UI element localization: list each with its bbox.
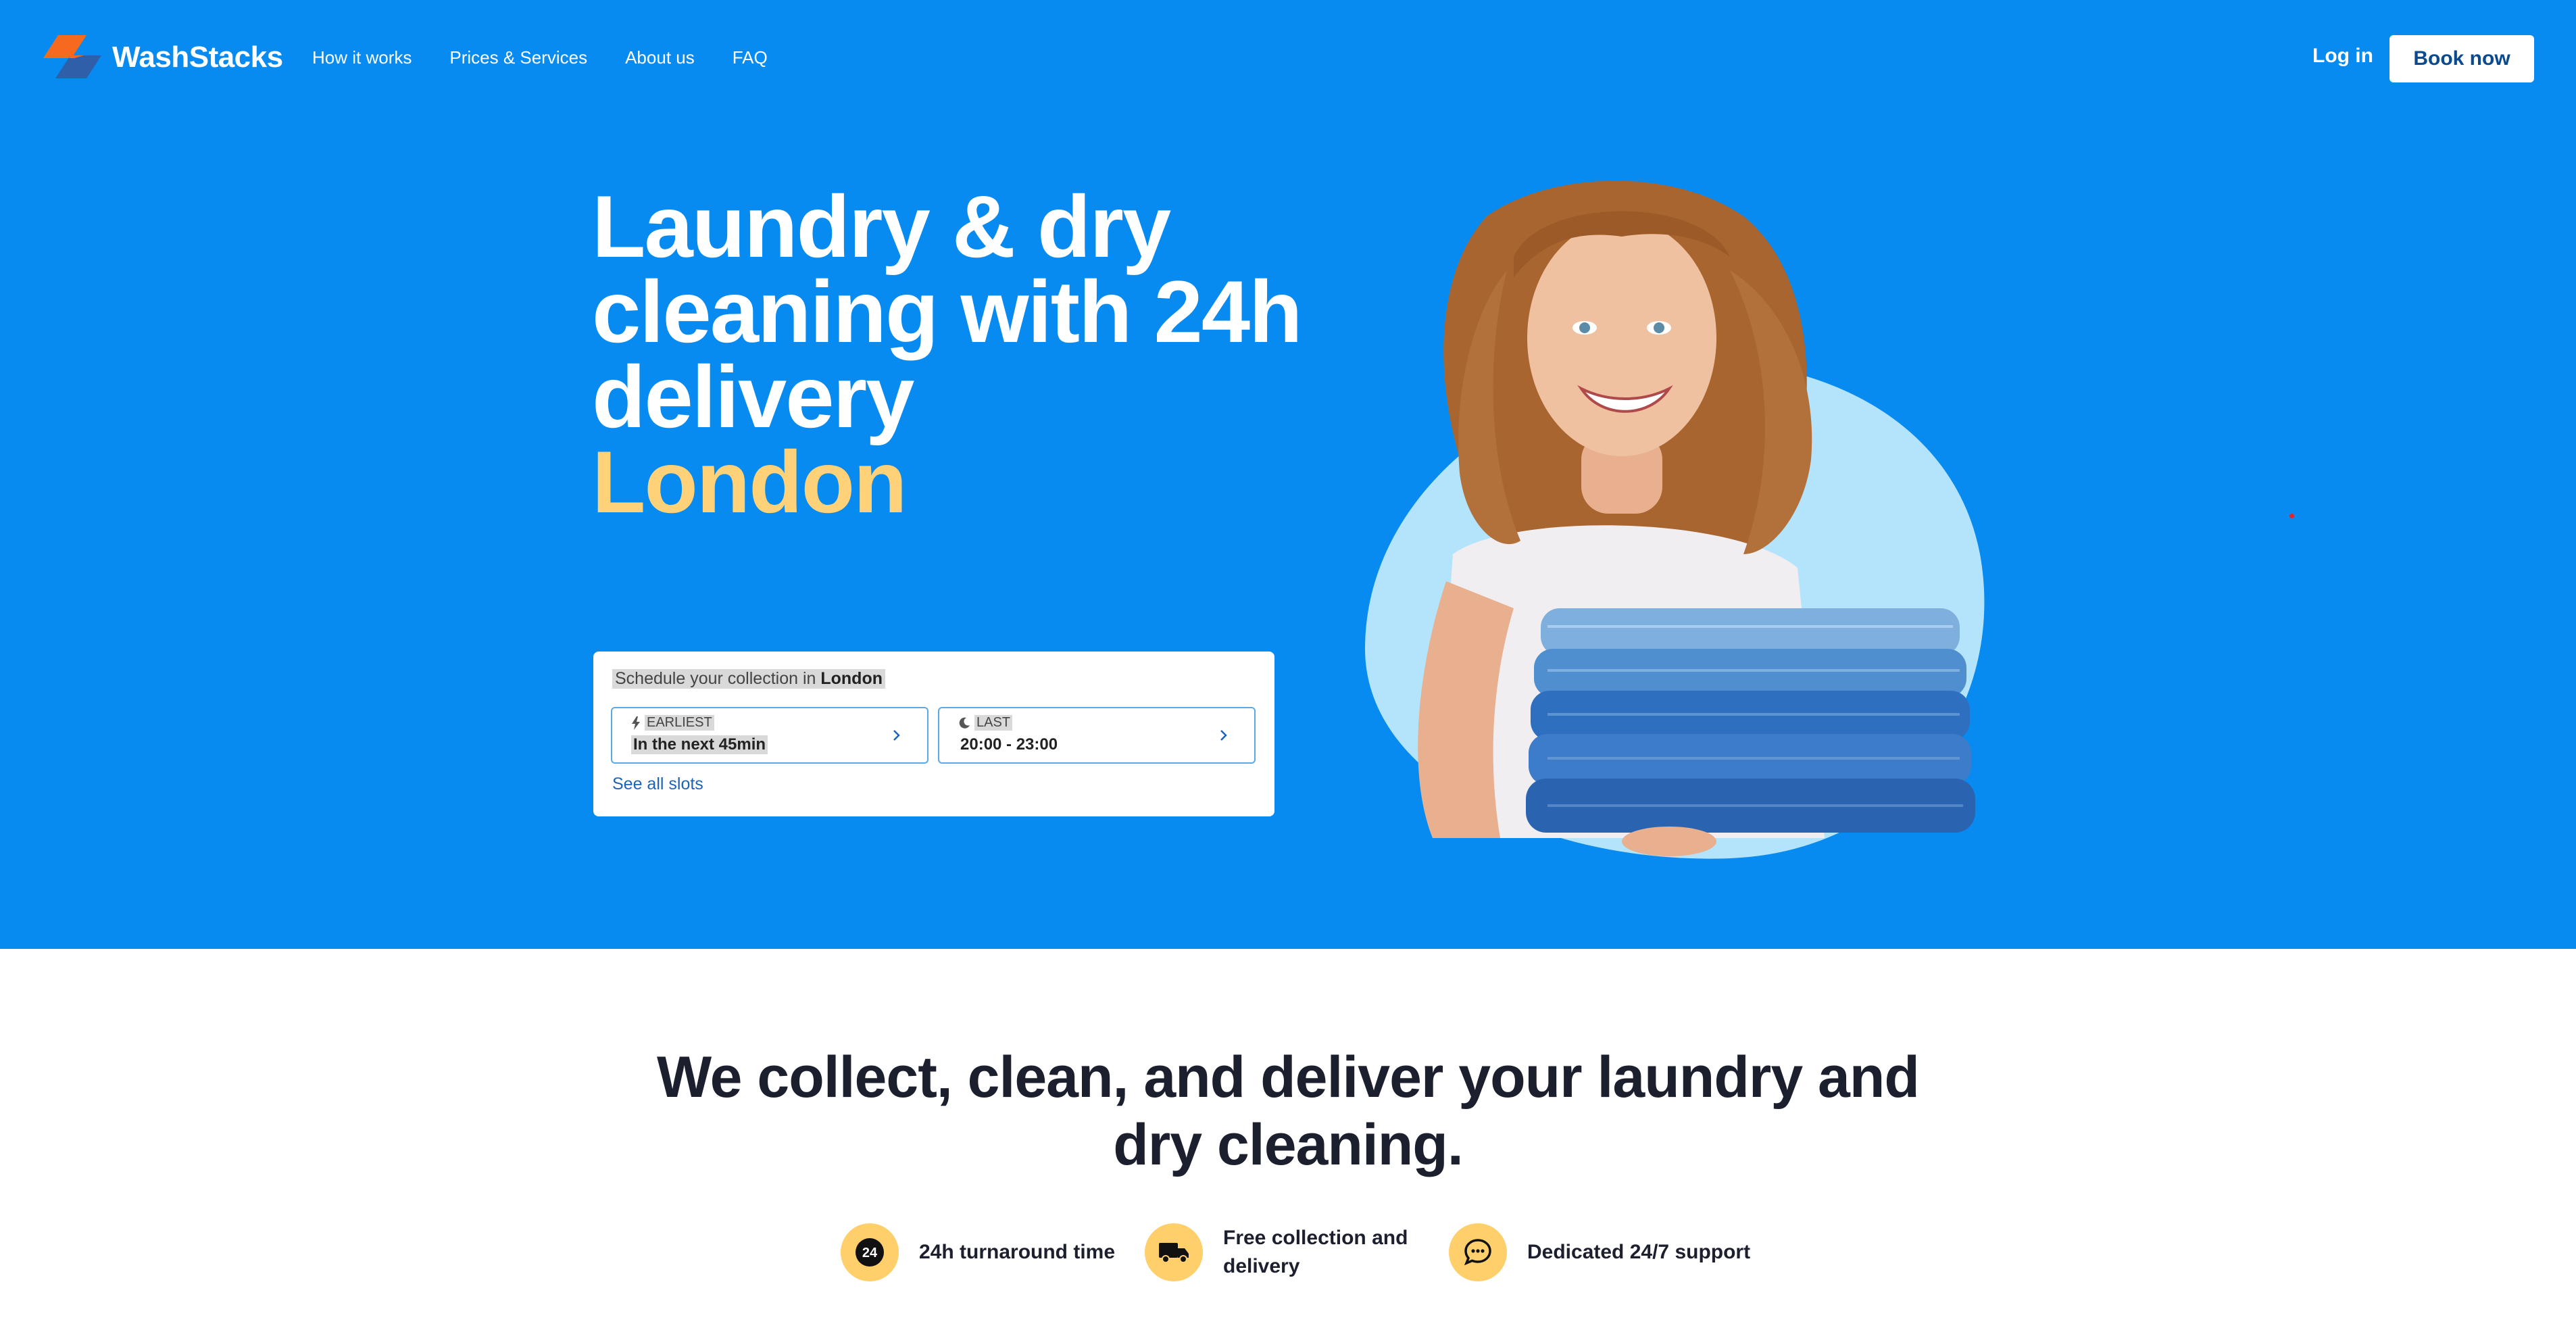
hero-city: London bbox=[592, 433, 907, 531]
hero-headline: Laundry & dry cleaning with 24h delivery… bbox=[592, 182, 1335, 531]
section-title: We collect, clean, and deliver your laun… bbox=[657, 1045, 1920, 1177]
hero-headline-text: Laundry & dry cleaning with 24h delivery bbox=[592, 177, 1303, 446]
nav-about-us[interactable]: About us bbox=[625, 47, 695, 68]
chevron-right-icon bbox=[1220, 730, 1227, 741]
feature-support-label: Dedicated 24/7 support bbox=[1527, 1241, 1751, 1263]
slot-earliest-value: In the next 45min bbox=[631, 735, 768, 754]
slot-last-value: 20:00 - 23:00 bbox=[960, 735, 1058, 754]
feature-delivery: Free collection and delivery bbox=[1145, 1223, 1426, 1281]
see-all-slots-link[interactable]: See all slots bbox=[612, 775, 703, 794]
login-link[interactable]: Log in bbox=[2312, 45, 2373, 68]
brand-name: WashStacks bbox=[112, 41, 283, 74]
moon-icon bbox=[959, 717, 970, 729]
brand-logo[interactable]: WashStacks bbox=[43, 35, 283, 80]
schedule-title-city: London bbox=[820, 669, 883, 688]
book-now-button[interactable]: Book now bbox=[2389, 35, 2534, 82]
feature-support: Dedicated 24/7 support bbox=[1449, 1223, 1750, 1281]
cursor-dot bbox=[2289, 514, 2294, 518]
features-row: 24 24h turnaround time Free collection a… bbox=[0, 1223, 2576, 1291]
feature-turnaround-label: 24h turnaround time bbox=[919, 1241, 1116, 1263]
slot-last-head: LAST bbox=[958, 715, 1013, 731]
truck-icon bbox=[1159, 1243, 1189, 1263]
feature-turnaround-badge: 24 bbox=[841, 1223, 899, 1281]
slot-earliest-label: EARLIEST bbox=[645, 715, 714, 731]
feature-delivery-badge bbox=[1145, 1223, 1203, 1281]
hero-section: WashStacks How it works Prices & Service… bbox=[0, 0, 2576, 949]
logo-icon bbox=[43, 35, 101, 78]
feature-turnaround: 24 24h turnaround time bbox=[841, 1223, 1115, 1281]
lightning-icon bbox=[632, 716, 640, 730]
hero-image bbox=[1365, 180, 1985, 859]
nav-how-it-works[interactable]: How it works bbox=[312, 47, 412, 68]
slot-earliest-head: EARLIEST bbox=[631, 715, 714, 731]
nav-prices-services[interactable]: Prices & Services bbox=[449, 47, 587, 68]
24h-icon: 24 bbox=[856, 1238, 884, 1267]
schedule-card: Schedule your collection in London EARLI… bbox=[593, 652, 1274, 816]
schedule-title-prefix: Schedule your collection in bbox=[615, 669, 821, 688]
schedule-title: Schedule your collection in London bbox=[612, 669, 885, 689]
svg-text:24: 24 bbox=[862, 1246, 878, 1260]
chat-icon bbox=[1464, 1239, 1491, 1266]
slot-earliest[interactable]: EARLIEST In the next 45min bbox=[611, 707, 928, 764]
main-nav: How it works Prices & Services About us … bbox=[312, 47, 768, 68]
feature-support-badge bbox=[1449, 1223, 1507, 1281]
chevron-right-icon bbox=[893, 730, 900, 741]
jeans-stack bbox=[1526, 608, 1975, 833]
slot-last-label: LAST bbox=[974, 715, 1013, 731]
slot-last[interactable]: LAST 20:00 - 23:00 bbox=[938, 707, 1256, 764]
feature-delivery-label: Free collection and delivery bbox=[1223, 1227, 1408, 1277]
nav-faq[interactable]: FAQ bbox=[733, 47, 768, 68]
